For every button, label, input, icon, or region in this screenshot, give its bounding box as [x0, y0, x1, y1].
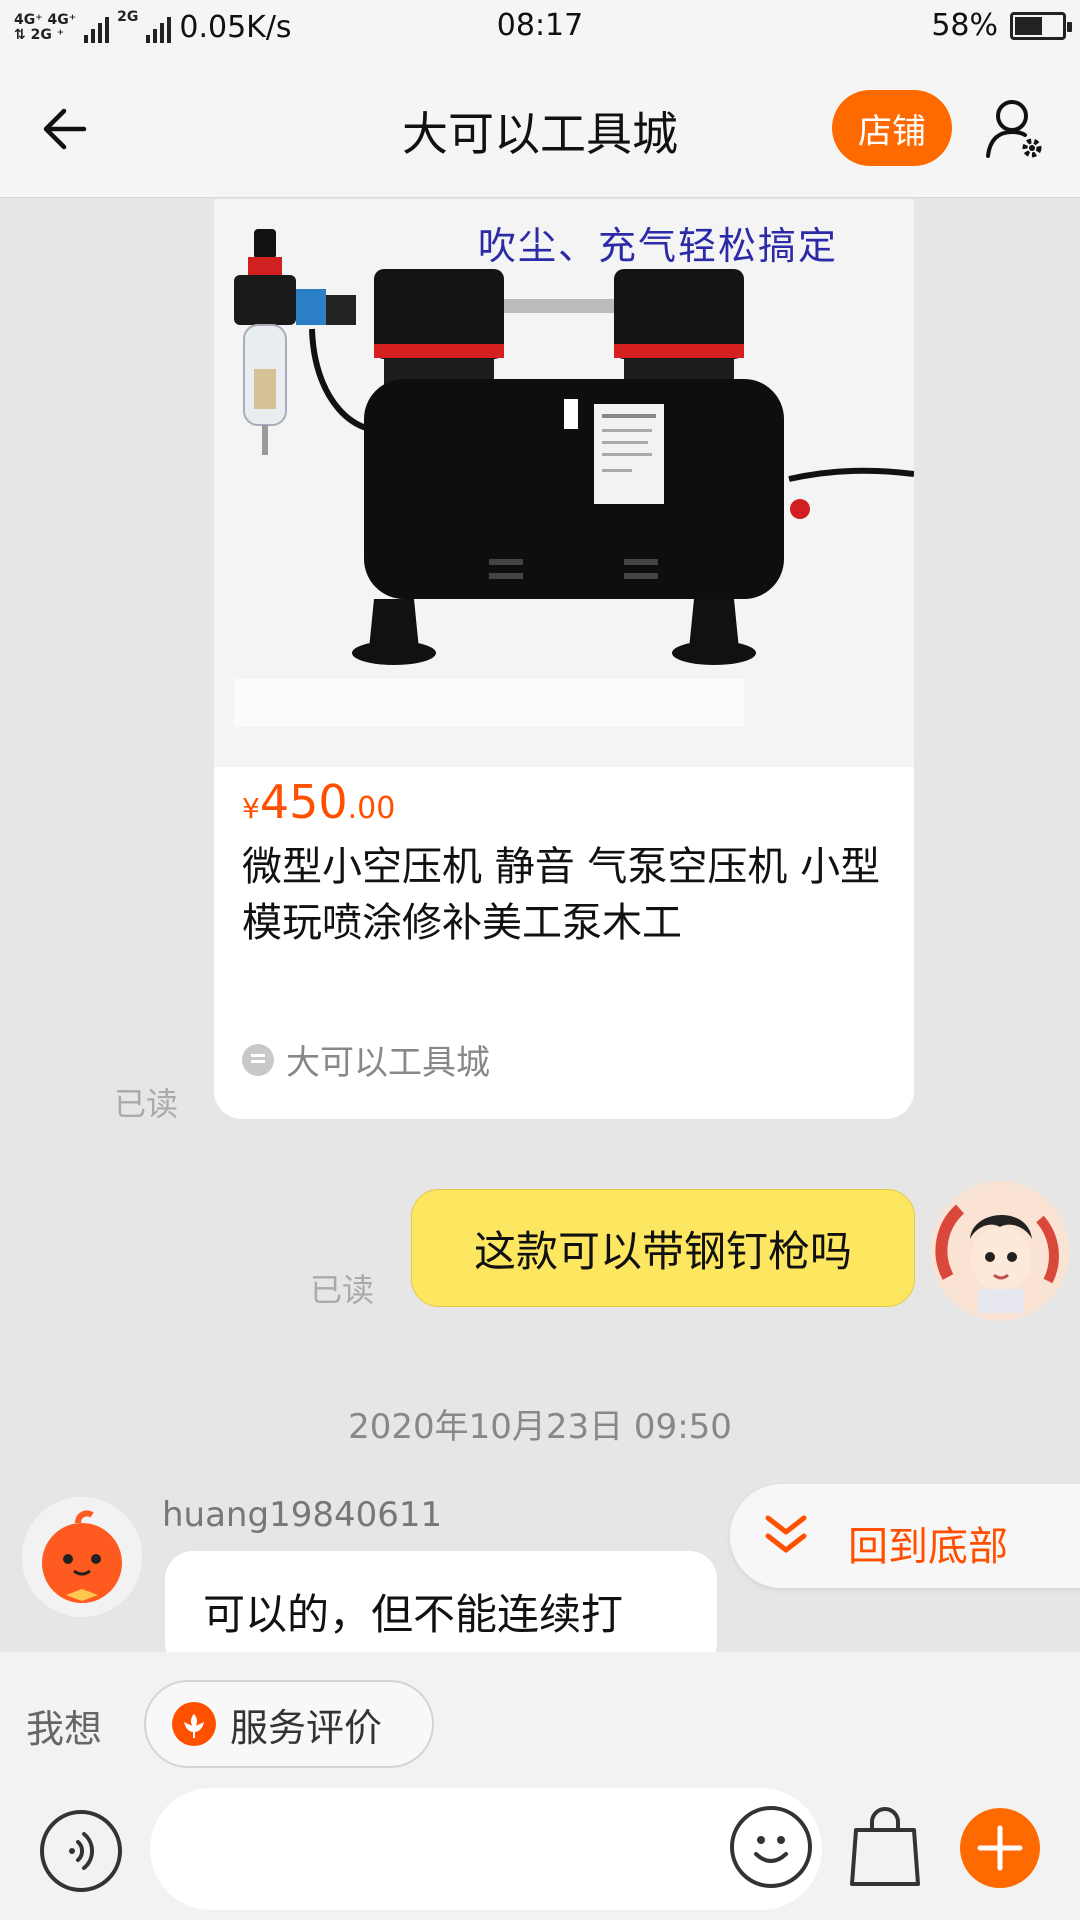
battery-icon: [1010, 11, 1072, 40]
message-timestamp: 2020年10月23日 09:50: [348, 1407, 732, 1447]
nav-bar: 大可以工具城 店铺: [0, 56, 1080, 198]
price-integer: 450: [259, 775, 348, 829]
card-shop-name: 大可以工具城: [286, 1043, 490, 1083]
battery-percent: 58%: [931, 8, 998, 43]
status-time: 08:17: [496, 8, 584, 43]
service-rating-label: 服务评价: [230, 1705, 383, 1750]
card-shop-row[interactable]: 大可以工具城: [242, 1035, 490, 1084]
quick-actions-label: 我想: [26, 1707, 103, 1751]
status-bar: 4G⁺ 4G⁺ ⇅ 2G ⁺ 2G 0.05K/s 08:17 58%: [0, 0, 1080, 56]
double-chevron-down-icon: [758, 1508, 814, 1564]
back-to-bottom-button[interactable]: 回到底部: [730, 1484, 1080, 1588]
message-input[interactable]: [150, 1788, 822, 1910]
my-avatar[interactable]: [930, 1181, 1070, 1321]
status-right: 58%: [931, 8, 1072, 43]
price-decimal: .00: [347, 791, 396, 826]
input-bar: [0, 1784, 1080, 1920]
quick-actions-bar: 我想 服务评价: [0, 1652, 1080, 1784]
shop-icon: [242, 1043, 274, 1076]
seller-avatar[interactable]: [22, 1497, 142, 1617]
price-currency: ¥: [242, 792, 260, 825]
seller-message-bubble[interactable]: 可以的，但不能连续打: [165, 1551, 717, 1652]
chat-area[interactable]: 吹尘、充气轻松搞定 ¥450.00 微型小空压机 静音 气泵空压机 小型 模玩喷…: [0, 199, 1080, 1652]
battery-fill: [1015, 16, 1042, 35]
shopping-bag-icon[interactable]: [848, 1804, 922, 1890]
product-card[interactable]: 吹尘、充气轻松搞定 ¥450.00 微型小空压机 静音 气泵空压机 小型 模玩喷…: [214, 199, 914, 1119]
image-caption: 吹尘、充气轻松搞定: [478, 224, 839, 268]
read-receipt-2: 已读: [310, 1271, 375, 1309]
air-compressor-illustration: [214, 199, 914, 767]
product-title: 微型小空压机 静音 气泵空压机 小型 模玩喷涂修补美工泵木工: [242, 844, 881, 946]
voice-icon[interactable]: [40, 1810, 122, 1892]
read-receipt: 已读: [114, 1085, 179, 1123]
seller-name: huang19840611: [162, 1495, 443, 1535]
smile-icon[interactable]: [730, 1806, 812, 1888]
product-image[interactable]: 吹尘、充气轻松搞定: [214, 199, 914, 767]
plus-icon[interactable]: [960, 1808, 1040, 1888]
flower-icon: [172, 1702, 216, 1746]
shop-button[interactable]: 店铺: [832, 90, 952, 166]
service-rating-chip[interactable]: 服务评价: [144, 1680, 434, 1768]
product-price: ¥450.00: [242, 775, 395, 829]
back-to-bottom-label: 回到底部: [848, 1524, 1008, 1570]
user-settings-icon[interactable]: [984, 96, 1046, 162]
my-message-bubble[interactable]: 这款可以带钢钉枪吗: [411, 1189, 915, 1307]
